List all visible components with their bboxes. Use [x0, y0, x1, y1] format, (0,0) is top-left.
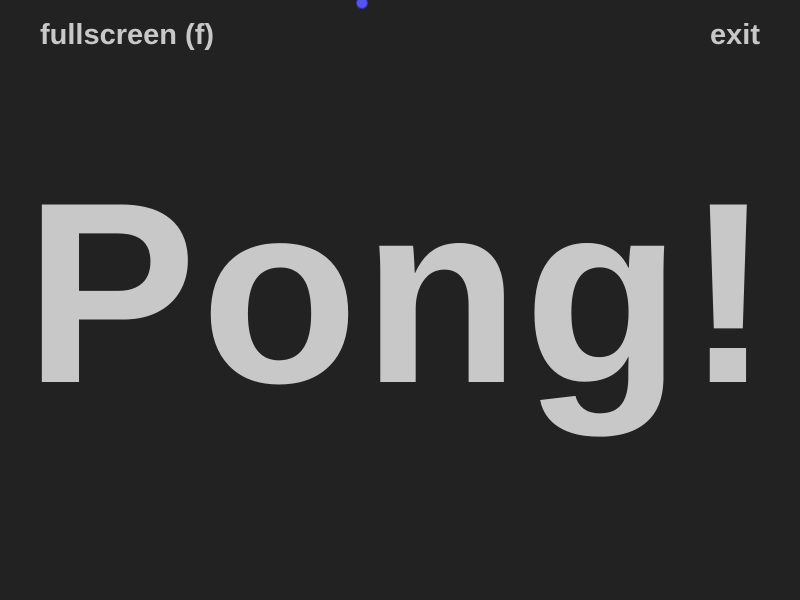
pong-ball	[356, 0, 368, 9]
game-screen[interactable]: fullscreen (f) exit Pong!	[0, 0, 800, 600]
exit-button[interactable]: exit	[710, 17, 760, 53]
fullscreen-button[interactable]: fullscreen (f)	[40, 17, 214, 53]
game-title: Pong!	[24, 148, 776, 437]
